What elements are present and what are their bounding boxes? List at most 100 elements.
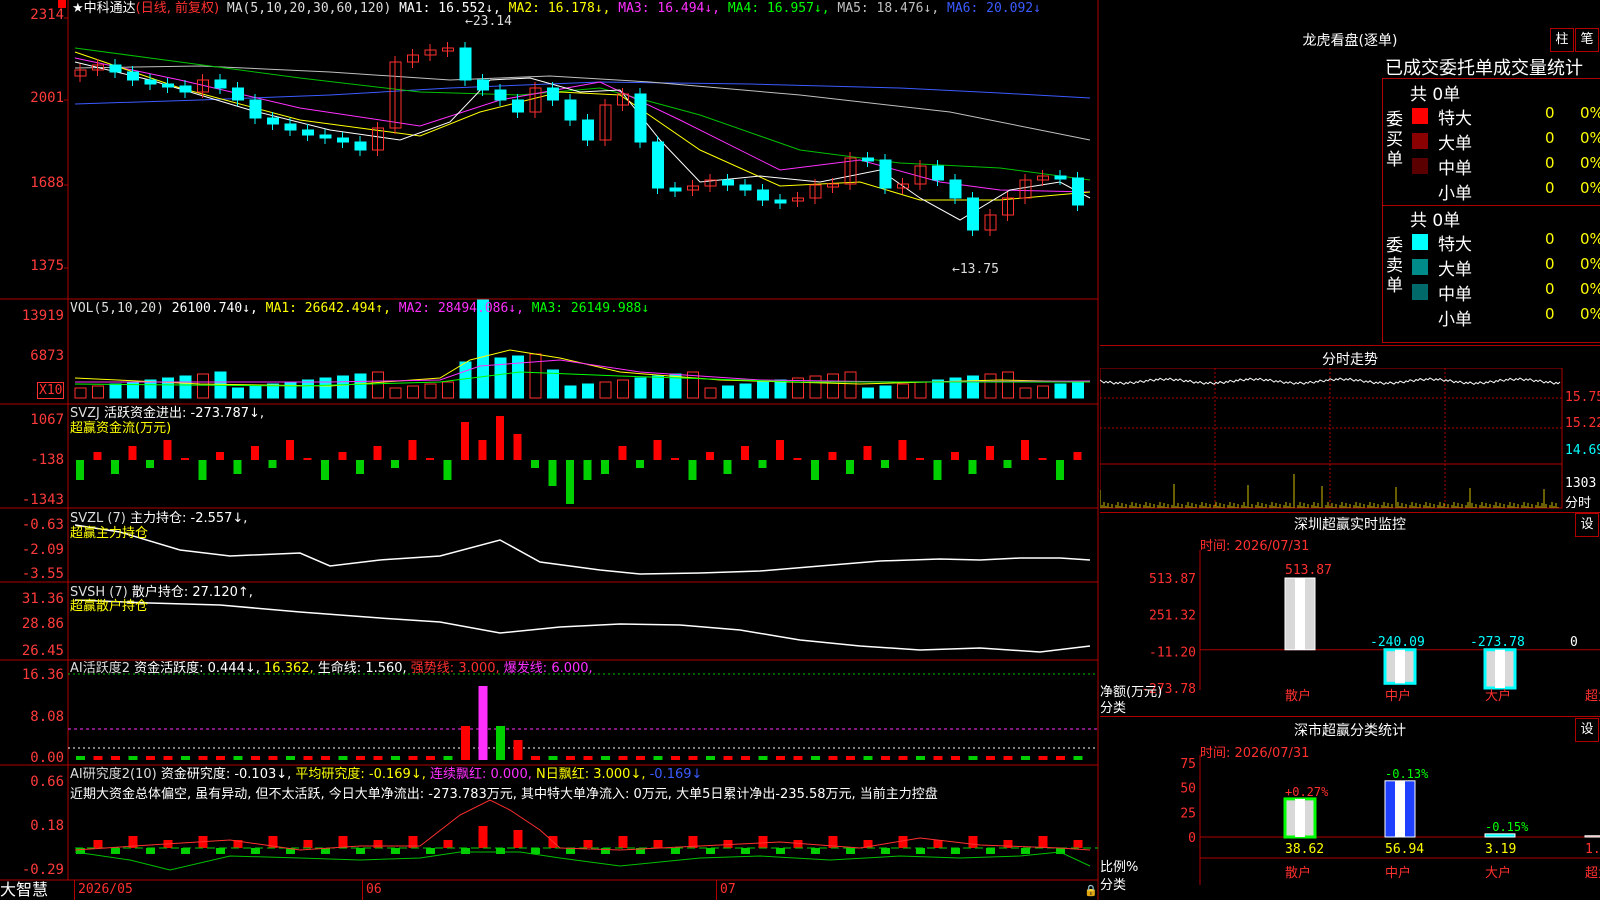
stats-category-label: 散户 [1285, 865, 1311, 881]
chart-mode[interactable]: (日线, 前复权) [136, 1, 219, 16]
fund-flow-bar [181, 458, 189, 460]
fund-flow-bar [303, 458, 312, 460]
research-bar [898, 836, 908, 848]
activity-bar [793, 756, 803, 760]
order-color-swatch [1412, 234, 1428, 250]
monitor-category-label: 大户 [1485, 688, 1511, 704]
indicator-value: MA1: 26642.494↑, [265, 301, 391, 316]
fund-flow-bar [706, 452, 714, 460]
candle-body [354, 141, 367, 151]
fund-flow-bar [391, 460, 399, 468]
candle-body [949, 179, 962, 199]
activity-bar [863, 756, 873, 760]
stats-settings-button[interactable]: 设 [1575, 718, 1599, 742]
svzj-title[interactable]: SVZJ [70, 406, 100, 421]
activity-bar [671, 756, 680, 760]
fund-flow-bar [548, 460, 557, 486]
class-ratio-bar [1584, 835, 1600, 838]
svzj-label: 活跃资金进出: -273.787↓, [104, 406, 265, 421]
fund-flow-bar [426, 458, 434, 460]
pen-mode-button[interactable]: 笔 [1575, 28, 1599, 52]
candle-body [267, 117, 279, 125]
activity-bar [706, 756, 715, 760]
indicator-value: 16.362, [259, 661, 314, 676]
volume-bar [704, 387, 717, 399]
ai-active-axis-label: 16.36 [21, 667, 64, 683]
monitor-settings-button[interactable]: 设 [1575, 513, 1599, 537]
fund-flow-bar [1056, 460, 1064, 480]
activity-bar [478, 686, 488, 760]
ai-active-title[interactable]: AI活跃度2 [70, 661, 130, 676]
volume-bar [372, 371, 384, 399]
activity-bar [128, 756, 138, 760]
ai-research-axis-label: 0.18 [30, 818, 64, 834]
candle-body [179, 85, 192, 93]
research-bar [671, 848, 680, 854]
volume-bar [459, 361, 472, 399]
stats-bar-chart[interactable]: 75 50 25 0 +0.27% -0.13% -0.15% 38.62 56.94 3.19 1… [1100, 755, 1600, 900]
fund-flow-bar [916, 458, 924, 460]
volume-bar [967, 375, 979, 399]
candle-body [319, 134, 332, 139]
brand-logo[interactable]: 大智慧 [0, 880, 70, 900]
svzl-title[interactable]: SVZL (7) [70, 511, 126, 526]
candle-body [652, 141, 664, 189]
main-chart-header: ★中科通达(日线, 前复权) MA(5,10,20,30,60,120) MA1… [72, 0, 1041, 18]
activity-bar [688, 756, 698, 760]
research-bar [881, 848, 890, 854]
research-bar [846, 848, 855, 854]
volume-bar [74, 387, 87, 399]
research-bar [391, 848, 400, 854]
candle-body [967, 197, 979, 231]
research-bar [146, 848, 155, 854]
fund-flow-bar [1038, 458, 1047, 460]
candle-body [774, 199, 787, 204]
research-bar [338, 836, 348, 848]
lock-icon[interactable]: 🔒 [1084, 884, 1098, 897]
fund-flow-bar [513, 434, 522, 460]
bar-mode-button[interactable]: 柱 [1550, 28, 1574, 52]
class-value-label: 1.25 [1585, 842, 1600, 857]
class-ratio-bar [1484, 833, 1516, 838]
candle-body [144, 79, 157, 85]
stats-axis-label: 50 [1180, 782, 1196, 797]
price-axis-label: 1688 [30, 175, 64, 191]
research-bar [356, 848, 365, 854]
volume-bar [897, 383, 909, 399]
volume-bar [337, 375, 349, 399]
vol-title[interactable]: VOL(5,10,20) [70, 301, 164, 316]
fund-flow-bar [933, 460, 942, 480]
candle-body [879, 159, 892, 189]
stats-tabs-line[interactable]: 已成交委托单成交量统计 [1385, 54, 1583, 80]
fund-flow-bar [76, 460, 84, 480]
svzl-label: 主力持仓: -2.557↓, [129, 511, 248, 526]
monitor-category-label: 散户 [1285, 688, 1311, 704]
ai-research-title[interactable]: AI研究度2(10) [70, 767, 157, 782]
volume-bar [599, 381, 612, 399]
fund-flow-bar [986, 446, 994, 460]
order-percent: 0% [1580, 280, 1600, 298]
stock-name[interactable]: ★中科通达 [72, 1, 136, 16]
candlestick-chart-canvas[interactable] [0, 0, 1100, 900]
order-count: 0 [1545, 129, 1555, 147]
research-bar [776, 848, 785, 854]
research-bar [758, 836, 768, 848]
svzj-axis-label: 1067 [30, 412, 64, 428]
fund-flow-bar [846, 460, 854, 474]
volume-bar [652, 375, 664, 399]
volume-bar [809, 375, 822, 399]
class-value-label: 56.94 [1385, 842, 1424, 857]
activity-bar [828, 756, 838, 760]
stats-pct-label: 比例% [1100, 860, 1139, 875]
candle-body [757, 189, 769, 201]
order-color-swatch [1412, 108, 1428, 124]
intraday-chart[interactable] [1100, 368, 1600, 510]
volume-bar [774, 379, 787, 399]
ma-prefix: MA(5,10,20,30,60,120) [226, 1, 392, 16]
vol-axis-label: 6873 [30, 348, 64, 364]
fund-flow-bar [461, 422, 469, 460]
indicator-value: MA2: 16.178↓, [500, 1, 611, 16]
fund-flow-bar [671, 458, 679, 460]
monitor-bar-chart[interactable]: 513.87251.32-11.20-273.78513.87-240.09 -2… [1100, 550, 1600, 710]
intraday-price-label: 15.75 [1565, 390, 1600, 405]
